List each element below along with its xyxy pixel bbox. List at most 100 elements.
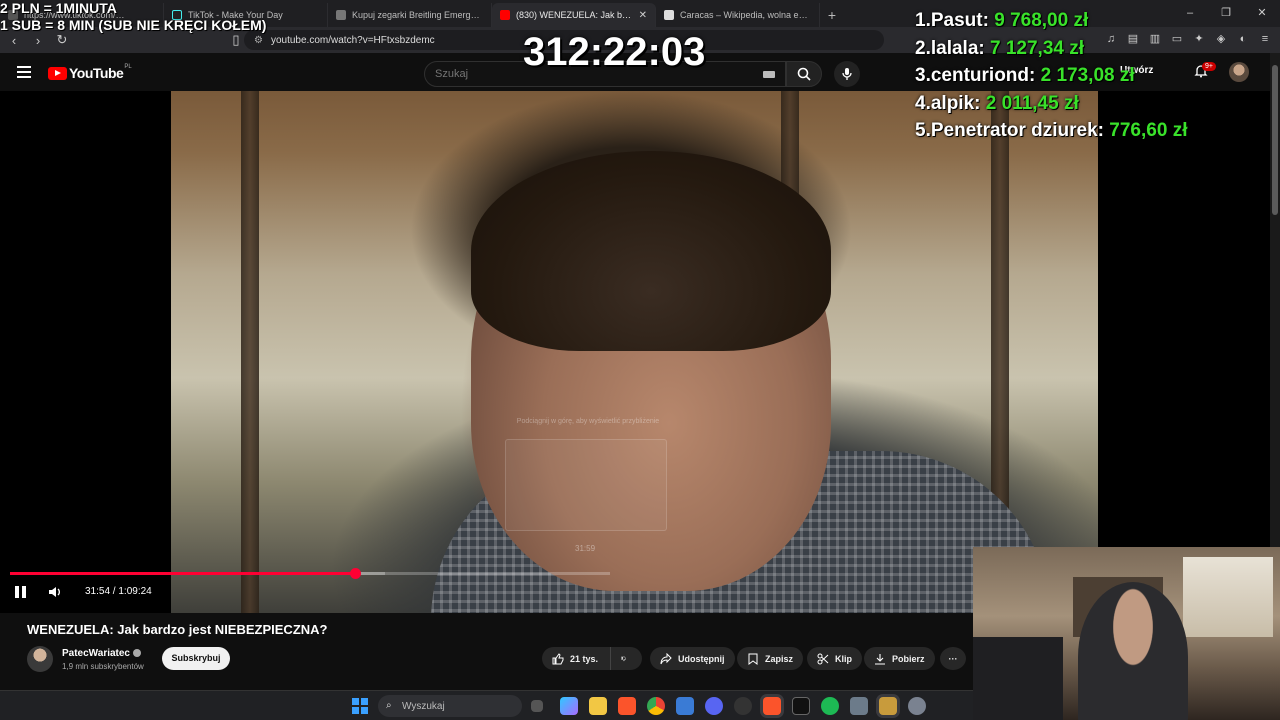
leader-name: Pasut: [930,10,989,31]
taskbar-search-placeholder: Wyszukaj [402,700,445,712]
reload-icon[interactable]: ↻ [52,32,72,48]
search-icon: ⌕ [386,700,392,711]
clip-button[interactable]: Klip [807,647,862,670]
bookmark-icon[interactable]: ▯ [226,32,246,48]
menu-icon[interactable]: ≡ [1258,32,1272,46]
webcam-chair [973,637,1063,720]
video-title: WENEZUELA: Jak bardzo jest NIEBEZPIECZNA… [27,622,328,637]
video-scene-hair [471,151,831,351]
sub-rate-line: 1 SUB = 8 MIN (SUB NIE KRĘCI KOŁEM) [0,17,267,33]
streamer-webcam [973,547,1280,720]
search-button[interactable] [786,61,822,87]
download-label: Pobierz [892,653,925,664]
leader-name: Penetrator dziurek: [930,120,1105,141]
site-info-icon[interactable]: ⚙ [254,35,263,46]
leader-name: alpik: [930,92,981,114]
channel-name[interactable]: PatecWariatec [62,648,141,659]
tab-label: Caracas – Wikipedia, wolna encyklop [680,10,811,20]
dislike-button[interactable] [610,647,642,670]
copilot-icon[interactable] [560,697,578,715]
channel-avatar[interactable] [27,646,53,672]
close-icon[interactable]: ✕ [639,10,647,21]
leader-amount: 9 768,00 zł [994,10,1089,31]
save-button[interactable]: Zapisz [737,647,804,670]
brave-icon[interactable] [618,697,636,715]
leader-amount: 2 011,45 zł [985,92,1079,114]
settings-gear-icon[interactable] [908,697,926,715]
leader-name: lalala: [930,37,985,59]
youtube-favicon-icon [500,10,510,20]
forward-icon[interactable]: › [28,33,48,48]
wikipedia-icon [664,10,674,20]
task-view-icon[interactable] [531,700,543,712]
seek-preview-thumbnail [505,439,667,531]
verified-icon [133,649,141,658]
share-button[interactable]: Udostępnij [650,647,735,670]
video-player[interactable]: Podciągnij w górę, aby wyświetlić przybl… [0,91,1270,613]
close-window-button[interactable]: ✕ [1244,0,1280,27]
maximize-button[interactable]: ❐ [1208,0,1244,27]
leader-name: centuriond: [930,65,1036,86]
leader-amount: 7 127,34 zł [990,37,1085,59]
windows-start-icon[interactable] [352,698,368,714]
progress-bar[interactable] [10,568,610,579]
youtube-play-icon [48,66,67,80]
breitling-icon [336,10,346,20]
youtube-logo-text: YouTube [69,65,124,81]
tab-label: (830) WENEZUELA: Jak bardzo [516,10,633,20]
microphone-icon [842,68,852,80]
pause-icon[interactable] [15,586,27,598]
progress-scrubber[interactable] [350,568,361,579]
browser-tab-active[interactable]: (830) WENEZUELA: Jak bardzo ✕ [492,3,656,27]
shield-icon[interactable]: ◈ [1214,32,1228,46]
spotify-icon[interactable] [821,697,839,715]
window-controls: – ❐ ✕ [1172,0,1280,27]
calculator-icon[interactable] [850,697,868,715]
preview-hint: Podciągnij w górę, aby wyświetlić przybl… [516,418,660,425]
search-icon [797,67,811,81]
volume-icon[interactable] [48,585,62,599]
new-tab-button[interactable]: + [820,3,844,27]
ai-icon[interactable]: ✦ [1192,32,1206,46]
youtube-logo[interactable]: YouTube PL [48,64,132,81]
keyboard-icon[interactable] [763,71,775,78]
like-button[interactable]: 21 tys. [542,647,610,670]
url-text: youtube.com/watch?v=HFtxsbzdemc [270,34,435,46]
obs-icon[interactable] [734,697,752,715]
subscribe-button[interactable]: Subskrybuj [162,647,230,670]
back-icon[interactable]: ‹ [4,33,24,48]
browser-tab[interactable]: Caracas – Wikipedia, wolna encyklop [656,3,820,27]
seek-preview-time: 31:59 [575,544,596,553]
voice-search-button[interactable] [834,61,860,87]
region-label: PL [124,64,132,70]
progress-played [10,572,355,575]
league-icon[interactable] [879,697,897,715]
notifications-badge: 9+ [1202,62,1216,71]
leader-rank: 4. [915,92,931,114]
like-count: 21 tys. [570,653,599,664]
donation-leaderboard: 1.Pasut: 9 768,00 zł 2.lalala: 7 127,34 … [915,7,1187,145]
chrome-icon[interactable] [647,697,665,715]
taskbar-search[interactable]: ⌕ Wyszukaj [378,695,522,717]
browser-tab[interactable]: Kupuj zegarki Breitling Emergency II [328,3,492,27]
channel-subscriber-count: 1,9 mln subskrybentów [62,662,144,671]
donation-rate-overlay: 2 PLN = 1MINUTA 1 SUB = 8 MIN (SUB NIE K… [0,0,266,34]
scrollbar-thumb[interactable] [1272,65,1278,215]
file-explorer-icon[interactable] [589,697,607,715]
discord-icon[interactable] [705,697,723,715]
more-actions-button[interactable]: ··· [940,647,966,670]
channel-name-text: PatecWariatec [62,648,130,659]
subathon-timer: 312:22:03 [523,30,706,74]
vpn-icon[interactable]: ◐ [1236,32,1250,46]
leader-rank: 2. [915,37,931,59]
thumbs-up-icon [552,652,564,664]
muza-icon[interactable] [792,697,810,715]
leader-rank: 3. [915,65,931,86]
brave-active-icon[interactable] [763,697,781,715]
hamburger-menu-icon[interactable] [17,66,31,78]
windows-taskbar: ⌕ Wyszukaj [0,690,973,720]
thumbs-down-icon [621,656,626,661]
account-avatar[interactable] [1229,62,1249,82]
store-icon[interactable] [676,697,694,715]
download-button[interactable]: Pobierz [864,647,935,670]
